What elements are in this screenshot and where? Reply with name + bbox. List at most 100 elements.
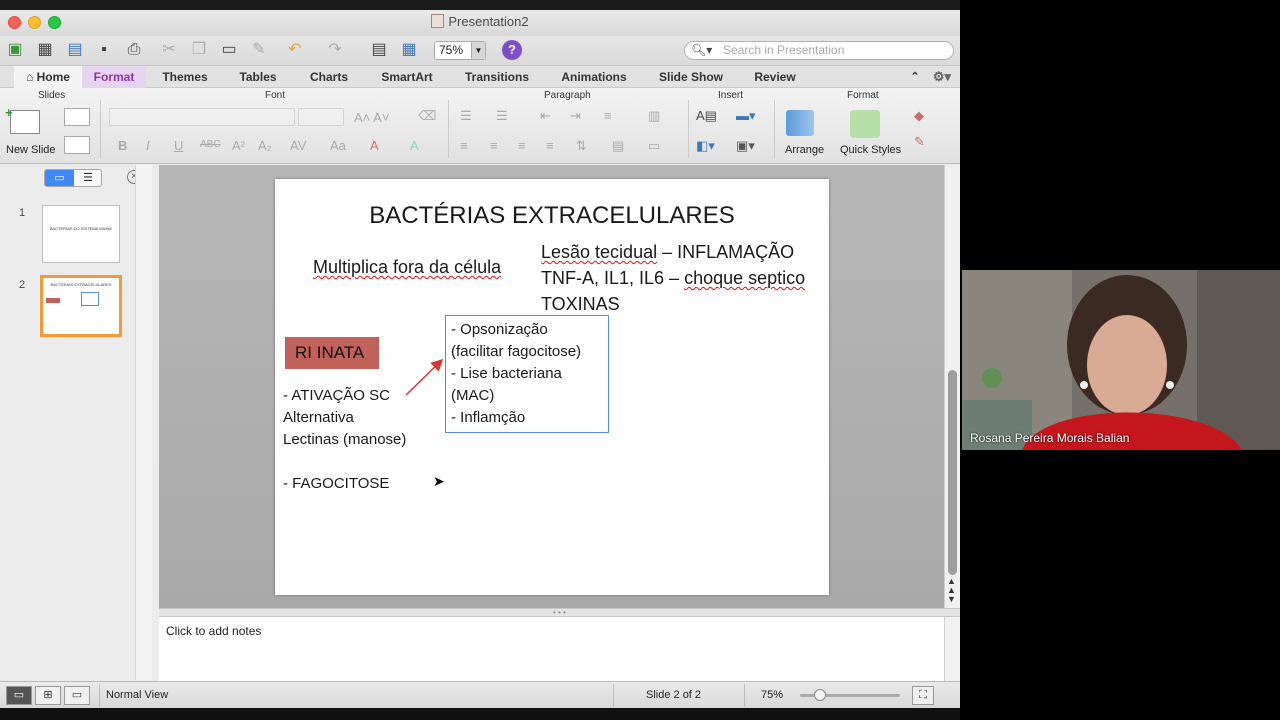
tab-review[interactable]: Review xyxy=(746,66,804,88)
ri-inata-box[interactable]: RI INATA xyxy=(285,337,379,369)
new-slide-button[interactable]: + New Slide xyxy=(5,105,56,160)
change-case-icon[interactable]: Aa xyxy=(330,138,346,153)
justify-icon[interactable]: ≡ xyxy=(546,138,554,153)
align-right-icon[interactable]: ≡ xyxy=(518,138,526,153)
quick-styles-button[interactable]: Quick Styles xyxy=(838,106,908,160)
notes-pane[interactable]: Click to add notes xyxy=(159,617,944,681)
sidebar-view-toggle[interactable]: ▭ ☰ xyxy=(44,169,102,187)
fit-to-window-icon[interactable]: ⛶ xyxy=(912,686,934,705)
red-arrow[interactable] xyxy=(403,353,447,399)
slide-thumbnail-2[interactable]: BACTÉRIAS EXTRACELULARES xyxy=(40,275,122,337)
ativacao-text[interactable]: - ATIVAÇÃO SC xyxy=(283,387,390,404)
sidebar-scrollbar[interactable] xyxy=(135,165,152,680)
align-text-icon[interactable]: ▤ xyxy=(612,138,624,154)
notes-scrollbar[interactable] xyxy=(944,617,960,681)
cut-icon[interactable]: ✂ xyxy=(158,40,180,60)
slide-sorter-icon[interactable]: ⊞ xyxy=(35,686,61,705)
clear-format-icon[interactable]: ⌫ xyxy=(418,108,436,124)
align-center-icon[interactable]: ≡ xyxy=(490,138,498,153)
search-input[interactable]: 🔍︎▾ Search in Presentation xyxy=(684,41,954,60)
superscript-icon[interactable]: A² xyxy=(232,138,245,153)
normal-view-icon[interactable]: ▭ xyxy=(6,686,32,705)
font-color-icon[interactable]: A xyxy=(370,138,379,153)
tab-charts[interactable]: Charts xyxy=(298,66,360,88)
picture-icon[interactable]: ▬▾ xyxy=(736,108,756,124)
thumbnail-number: 2 xyxy=(19,279,26,291)
section-button[interactable] xyxy=(64,136,90,154)
columns-icon[interactable]: ▥ xyxy=(648,108,660,124)
fagocitose-text[interactable]: - FAGOCITOSE xyxy=(283,475,389,492)
slide-scrollbar[interactable]: ▲ ▲ ▼ xyxy=(944,165,960,608)
tab-tables[interactable]: Tables xyxy=(228,66,288,88)
slideshow-icon[interactable]: ▦ xyxy=(398,40,420,60)
right-line-2[interactable]: TNF-A, IL1, IL6 – choque septico xyxy=(541,268,805,289)
notes-splitter[interactable]: • • • xyxy=(159,608,960,617)
bullets-icon[interactable]: ☰ xyxy=(460,108,472,124)
open-icon[interactable]: ▤ xyxy=(64,40,86,60)
italic-icon[interactable]: I xyxy=(146,138,150,153)
underline-icon[interactable]: U xyxy=(174,138,183,153)
paste-icon[interactable]: ▭ xyxy=(218,40,240,60)
scrollbar-thumb[interactable] xyxy=(948,370,957,575)
show-hide-icon[interactable]: ▤ xyxy=(368,40,390,60)
slide-thumbnail-1[interactable]: BACTÉRIAS DO SISTEMA IMUNE xyxy=(42,205,120,263)
increase-indent-icon[interactable]: ⇥ xyxy=(570,108,581,124)
font-name-select[interactable] xyxy=(109,108,295,126)
align-left-icon[interactable]: ≡ xyxy=(460,138,468,153)
new-presentation-icon[interactable]: ▣ xyxy=(4,40,26,60)
copy-icon[interactable]: ❐ xyxy=(188,40,210,60)
fill-icon[interactable]: ◆ xyxy=(914,108,924,124)
print-icon[interactable]: ⎙ xyxy=(123,40,145,60)
zoom-slider-knob[interactable] xyxy=(814,689,826,701)
arrange-button[interactable]: Arrange xyxy=(782,106,830,160)
text-effects-icon[interactable]: A xyxy=(410,138,419,153)
redo-icon[interactable]: ↷ xyxy=(324,40,346,60)
slide-title[interactable]: BACTÉRIAS EXTRACELULARES xyxy=(275,202,829,230)
shape-icon[interactable]: ◧▾ xyxy=(696,138,715,154)
tab-themes[interactable]: Themes xyxy=(150,66,220,88)
outline-view-icon[interactable]: ☰ xyxy=(74,170,102,186)
right-line-1[interactable]: Lesão tecidual – INFLAMAÇÃO xyxy=(541,242,794,263)
grow-font-icon[interactable]: A˄ A˅ xyxy=(354,110,389,125)
tab-home[interactable]: ⌂ Home xyxy=(14,66,82,88)
alternativa-text[interactable]: Alternativa xyxy=(283,409,354,426)
line-spacing-icon[interactable]: ≡ xyxy=(604,108,612,123)
media-icon[interactable]: ▣▾ xyxy=(736,138,755,154)
decrease-indent-icon[interactable]: ⇤ xyxy=(540,108,551,124)
strikethrough-icon[interactable]: ABC xyxy=(200,139,221,150)
undo-icon[interactable]: ↶ xyxy=(284,40,306,60)
collapse-ribbon-icon[interactable]: ⌃ xyxy=(904,66,926,88)
slide-show-icon[interactable]: ▭ xyxy=(64,686,90,705)
text-direction-icon[interactable]: ⇅ xyxy=(576,138,587,154)
prev-next-slide-icon[interactable]: ▲ ▲ ▼ xyxy=(947,577,956,604)
tab-smartart[interactable]: SmartArt xyxy=(370,66,444,88)
subtitle-left[interactable]: Multiplica fora da célula xyxy=(313,257,501,278)
layout-button[interactable] xyxy=(64,108,90,126)
right-line-3[interactable]: TOXINAS xyxy=(541,294,620,315)
opsonizacao-box[interactable]: - Opsonização (facilitar fagocitose) - L… xyxy=(445,315,609,433)
chevron-down-icon: ▼ xyxy=(471,42,485,59)
format-painter-icon[interactable]: ✎ xyxy=(248,40,270,60)
zoom-select[interactable]: 75% ▼ xyxy=(434,41,486,60)
templates-icon[interactable]: ▦ xyxy=(34,40,56,60)
character-spacing-icon[interactable]: AV xyxy=(290,138,306,153)
line-icon[interactable]: ✎ xyxy=(914,134,925,150)
video-tile[interactable]: Rosana Pereira Morais Balian xyxy=(962,270,1280,450)
box-line: (MAC) xyxy=(451,387,495,404)
tab-transitions[interactable]: Transitions xyxy=(458,66,536,88)
subscript-icon[interactable]: A₂ xyxy=(258,138,272,153)
lectinas-text[interactable]: Lectinas (manose) xyxy=(283,431,406,448)
help-icon[interactable]: ? xyxy=(502,40,522,60)
gear-icon[interactable]: ⚙▾ xyxy=(928,66,956,88)
tab-animations[interactable]: Animations xyxy=(554,66,634,88)
save-icon[interactable]: ▪ xyxy=(93,40,115,60)
slides-view-icon[interactable]: ▭ xyxy=(45,170,74,186)
tab-slide-show[interactable]: Slide Show xyxy=(650,66,732,88)
bold-icon[interactable]: B xyxy=(118,138,127,153)
smartart-convert-icon[interactable]: ▭ xyxy=(648,138,660,154)
text-box-icon[interactable]: A▤ xyxy=(696,108,717,124)
slide[interactable]: BACTÉRIAS EXTRACELULARES Multiplica fora… xyxy=(275,179,829,595)
font-size-select[interactable] xyxy=(298,108,344,126)
tab-format[interactable]: Format xyxy=(82,66,146,88)
numbering-icon[interactable]: ☰ xyxy=(496,108,508,124)
